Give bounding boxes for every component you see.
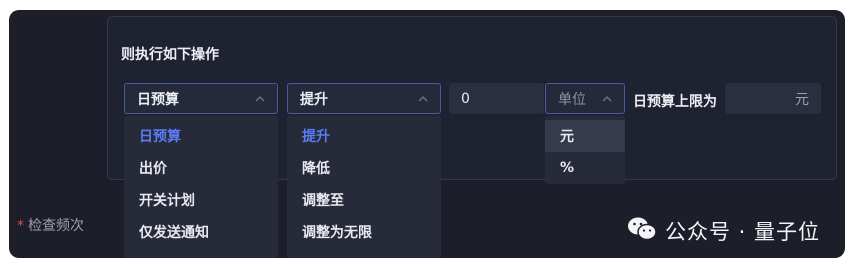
limit-label: 日预算上限为 <box>633 94 717 110</box>
unit-select-placeholder: 单位 <box>558 91 586 108</box>
metric-dropdown: 日预算 出价 开关计划 仅发送通知 <box>124 116 278 258</box>
action-select-value: 提升 <box>300 91 328 108</box>
chevron-up-icon <box>255 94 265 104</box>
metric-option-notify-only[interactable]: 仅发送通知 <box>124 216 278 248</box>
panel-title: 则执行如下操作 <box>121 47 219 63</box>
metric-option-bid[interactable]: 出价 <box>124 152 278 184</box>
amount-input[interactable]: 0 <box>449 83 544 114</box>
action-dropdown: 提升 降低 调整至 调整为无限 <box>287 116 441 258</box>
action-option-adjust-to[interactable]: 调整至 <box>287 184 441 216</box>
watermark: 公众号 · 量子位 <box>627 216 820 246</box>
metric-option-toggle-plan[interactable]: 开关计划 <box>124 184 278 216</box>
limit-input[interactable]: 元 <box>725 83 821 114</box>
check-frequency-text: 检查频次 <box>28 218 84 234</box>
check-frequency-label: * 检查频次 <box>17 215 84 235</box>
action-option-decrease[interactable]: 降低 <box>287 152 441 184</box>
required-mark: * <box>17 218 24 234</box>
unit-dropdown: 元 % <box>545 116 625 184</box>
wechat-icon <box>627 216 657 246</box>
limit-unit: 元 <box>795 91 809 108</box>
unit-select[interactable]: 单位 <box>545 83 625 114</box>
unit-option-percent[interactable]: % <box>545 152 625 184</box>
action-select[interactable]: 提升 <box>287 83 441 114</box>
metric-option-daily-budget[interactable]: 日预算 <box>124 120 278 152</box>
unit-option-yuan[interactable]: 元 <box>545 120 625 152</box>
chevron-up-icon <box>418 94 428 104</box>
metric-select[interactable]: 日预算 <box>124 83 278 114</box>
action-option-increase[interactable]: 提升 <box>287 120 441 152</box>
watermark-text: 公众号 · 量子位 <box>665 220 821 244</box>
app-window: 则执行如下操作 日预算 提升 0 单位 日预算上限为 元 日预算 出价 开关计划… <box>9 10 845 258</box>
metric-select-value: 日预算 <box>137 91 179 108</box>
action-option-unlimited[interactable]: 调整为无限 <box>287 216 441 248</box>
chevron-up-icon <box>602 94 612 104</box>
